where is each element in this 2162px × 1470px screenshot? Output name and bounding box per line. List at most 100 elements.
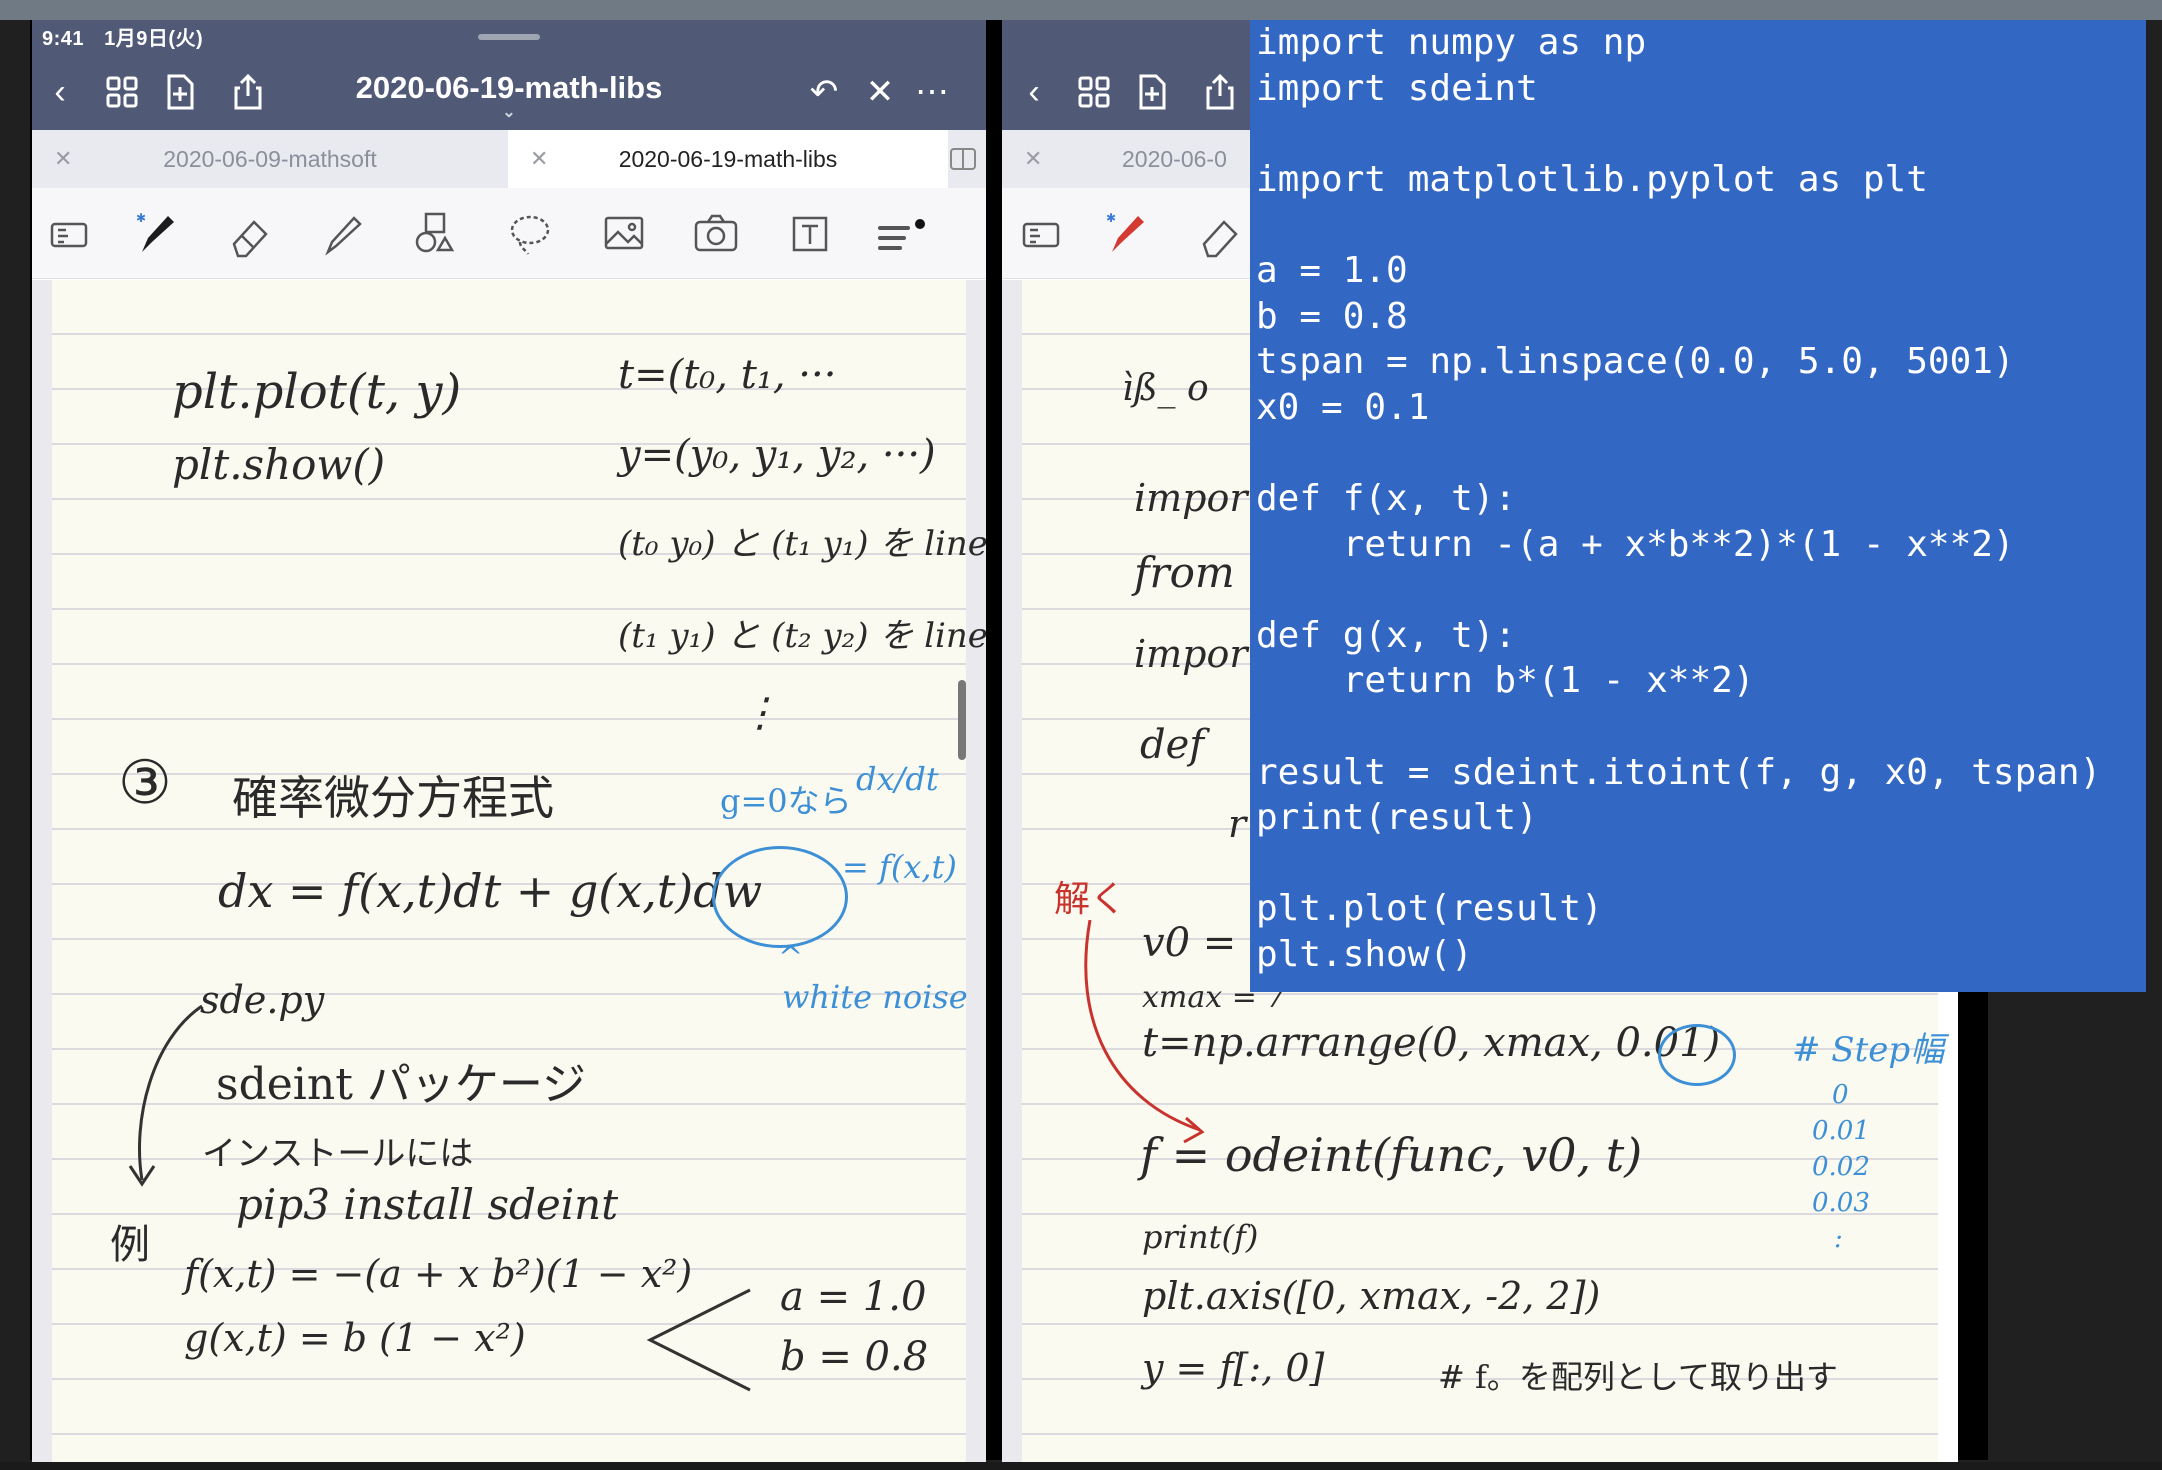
note-install-label: インストールには — [202, 1134, 474, 1174]
tab-label: 2020-06-19-math-libs — [618, 146, 838, 172]
code-line: def f(x, t): — [1256, 477, 1517, 519]
eraser-icon[interactable] — [224, 208, 276, 260]
note-def: def — [1140, 722, 1205, 768]
paper-edge — [966, 280, 986, 1462]
shapes-icon[interactable] — [410, 208, 462, 260]
paper-edge — [1002, 280, 1022, 1462]
tab-math-libs[interactable]: ✕ 2020-06-19-math-libs — [508, 130, 948, 188]
paper-edge — [32, 280, 52, 1462]
note-step-more: : — [1834, 1224, 1843, 1254]
note-from: from — [1134, 548, 1235, 597]
camera-icon[interactable] — [690, 208, 742, 260]
status-bar: 9:41 1月9日(火) — [42, 22, 217, 51]
note-dxdt: dx/dt — [856, 760, 939, 798]
note-sde-heading: 確率微分方程式 — [232, 771, 554, 825]
note-step-0: 0 — [1832, 1080, 1849, 1110]
note-plt-plot: plt.plot(t, y) — [172, 364, 462, 420]
pen-settings-icon[interactable] — [874, 208, 926, 260]
status-date: 1月9日(火) — [104, 28, 204, 50]
note-ellipsis: ⋮ — [740, 690, 780, 736]
code-line: import sdeint — [1256, 67, 1538, 109]
highlighter-icon[interactable] — [318, 208, 370, 260]
curved-arrow-icon — [128, 1004, 203, 1187]
note-circled-3: ③ — [118, 748, 172, 818]
grid-icon[interactable] — [1074, 72, 1114, 112]
add-page-icon[interactable] — [1132, 72, 1172, 112]
note-pip-install: pip3 install sdeint — [236, 1180, 619, 1229]
pen-icon[interactable]: ✱ — [1102, 208, 1154, 260]
step-circle — [1658, 1024, 1736, 1086]
text-tool-icon[interactable] — [784, 208, 836, 260]
undo-icon[interactable]: ↶ — [804, 72, 844, 112]
note-plt-axis: plt.axis([0, xmax, -2, 2]) — [1142, 1274, 1601, 1318]
left-tabbar: ✕ 2020-06-09-mathsoft ✕ 2020-06-19-math-… — [32, 130, 986, 189]
notebook-page[interactable]: plt.plot(t, y) plt.show() t=(t₀, t₁, ···… — [52, 280, 986, 1462]
note-example: 例 — [110, 1222, 150, 1268]
tab-close-icon[interactable]: ✕ — [54, 130, 72, 188]
page-settings-icon[interactable] — [1016, 208, 1068, 260]
note-step-3: 0.03 — [1812, 1188, 1870, 1218]
code-overlay[interactable]: import numpy as np import sdeint import … — [1250, 20, 2146, 992]
eraser-icon[interactable] — [1194, 208, 1246, 260]
code-line: b = 0.8 — [1256, 295, 1408, 337]
note-import-2: impor — [1134, 632, 1248, 676]
code-line: print(result) — [1256, 797, 1538, 839]
image-icon[interactable] — [598, 208, 650, 260]
note-g-zero: g=0なら — [720, 782, 852, 820]
left-toolbar: ✱ — [32, 188, 986, 279]
left-pane: ‹ 2020-06-19-math-libs ⌄ ↶ ✕ ⋯ ✕ 2020-06… — [32, 20, 986, 1462]
code-line: import matplotlib.pyplot as plt — [1256, 158, 1928, 200]
note-step-2: 0.02 — [1812, 1152, 1870, 1182]
note-line-1: (t₀ y₀) と (t₁ y₁) を line — [618, 524, 986, 564]
note-print-f: print(f) — [1142, 1218, 1259, 1256]
tab-close-icon[interactable]: ✕ — [1024, 130, 1042, 188]
page-settings-icon[interactable] — [44, 208, 96, 260]
code-line: def g(x, t): — [1256, 614, 1517, 656]
more-icon[interactable]: ⋯ — [912, 72, 952, 112]
split-divider-handle[interactable] — [958, 680, 966, 760]
note-a-value: a = 1.0 — [780, 1274, 927, 1320]
code-line: tspan = np.linspace(0.0, 5.0, 5001) — [1256, 341, 2015, 383]
bottom-strip — [0, 1462, 2162, 1470]
note-odeint: f = odeint(func, v0, t) — [1140, 1128, 1643, 1182]
code-line: a = 1.0 — [1256, 249, 1408, 291]
note-step-1: 0.01 — [1812, 1116, 1870, 1146]
status-time: 9:41 — [42, 28, 85, 50]
note-t-arange: t=np.arrange(0, xmax, 0.01) — [1142, 1020, 1721, 1066]
multitask-grabber[interactable] — [478, 34, 540, 40]
note-sde-equation: dx = f(x,t)dt + g(x,t)dw — [218, 864, 763, 918]
note-line-2: (t₁ y₁) と (t₂ y₂) を line — [618, 616, 986, 656]
note-plt-show: plt.show() — [172, 440, 386, 489]
code-line: return b*(1 - x**2) — [1256, 660, 1755, 702]
split-view-icon[interactable] — [948, 130, 986, 188]
tab-mathsoft[interactable]: ✕ 2020-06-09-mathsoft — [32, 130, 508, 188]
note-g-def: g(x,t) = b (1 − x²) — [184, 1316, 526, 1360]
dw-circle — [712, 846, 848, 948]
code-line: plt.show() — [1256, 933, 1473, 975]
bracket-arrow-icon — [646, 1288, 751, 1392]
close-icon[interactable]: ✕ — [860, 72, 900, 112]
note-v0: v0 = ( — [1142, 920, 1265, 966]
back-icon[interactable]: ‹ — [1014, 72, 1054, 112]
lasso-icon[interactable] — [504, 208, 556, 260]
document-title-text: 2020-06-19-math-libs — [355, 70, 663, 105]
note-y-slice: y = f[:, 0] — [1142, 1346, 1325, 1390]
svg-text:✱: ✱ — [136, 211, 146, 225]
share-icon[interactable] — [1200, 72, 1240, 112]
note-y-array: y=(y₀, y₁, y₂, ···) — [618, 432, 936, 478]
note-step-width: # Step幅 — [1792, 1030, 1945, 1070]
note-f-def: f(x,t) = −(a + x b²)(1 − x²) — [184, 1252, 693, 1296]
tab-label: 2020-06-09-mathsoft — [163, 146, 377, 172]
note-fragment: ìß_ o — [1122, 368, 1209, 409]
code-line: x0 = 0.1 — [1256, 386, 1430, 428]
code-line: plt.plot(result) — [1256, 888, 1603, 930]
pen-icon[interactable]: ✱ — [132, 208, 184, 260]
note-import-1: impor — [1134, 476, 1248, 520]
tab-close-icon[interactable]: ✕ — [530, 130, 548, 188]
